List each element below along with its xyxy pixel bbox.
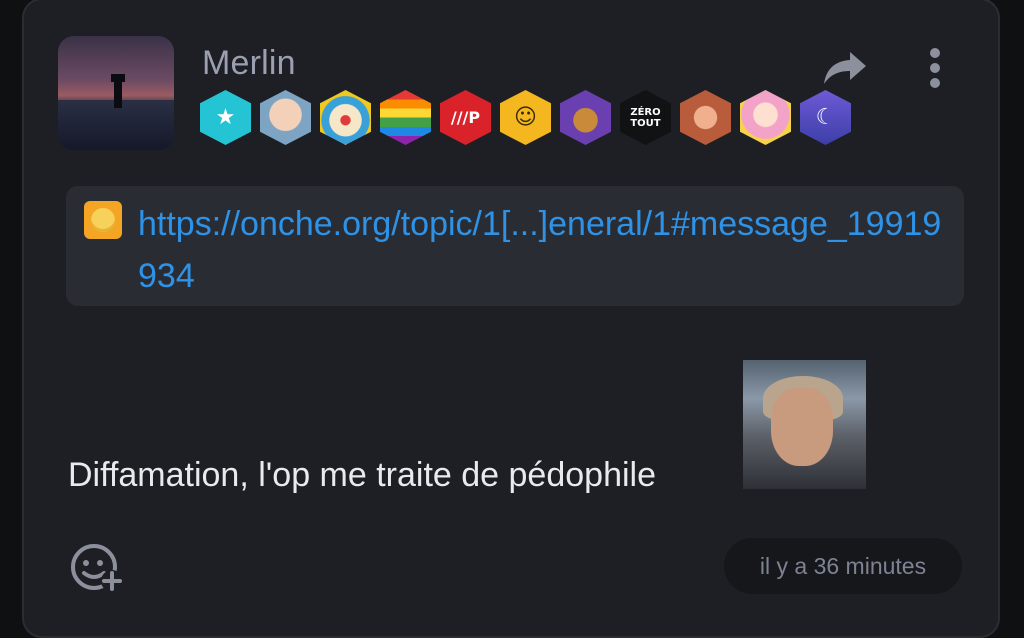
anime-girl-badge-icon[interactable] (740, 90, 791, 145)
smiley-badge-icon[interactable]: ☺ (500, 90, 551, 145)
quote-emoji-icon (84, 201, 122, 239)
badge-row: ★ ///P ☺ ZÉRO TOUT ☾ (200, 90, 851, 145)
stars-badge-icon[interactable]: ★ (200, 90, 251, 145)
harold-badge-icon[interactable] (260, 90, 311, 145)
clown-badge-icon[interactable] (320, 90, 371, 145)
username[interactable]: Merlin (202, 44, 296, 83)
sticker-face (771, 388, 833, 466)
share-icon[interactable] (822, 48, 868, 88)
more-options-icon[interactable] (922, 46, 948, 90)
parking-tag-badge-icon[interactable]: ///P (440, 90, 491, 145)
quoted-message-link[interactable]: https://onche.org/topic/1[...]eneral/1#m… (138, 198, 948, 302)
avatar-lighthouse (110, 73, 125, 108)
zero-tout-badge-icon[interactable]: ZÉRO TOUT (620, 90, 671, 145)
rainbow-badge-icon[interactable] (380, 90, 431, 145)
moon-badge-icon[interactable]: ☾ (800, 90, 851, 145)
timestamp-badge: il y a 36 minutes (724, 538, 962, 594)
user-avatar[interactable] (58, 36, 174, 150)
purple-character-badge-icon[interactable] (560, 90, 611, 145)
message-text: Diffamation, l'op me traite de pédophile (68, 456, 656, 494)
sticker-image (743, 360, 866, 489)
add-reaction-icon[interactable] (68, 543, 124, 593)
bronze-medal-badge-icon[interactable] (680, 90, 731, 145)
